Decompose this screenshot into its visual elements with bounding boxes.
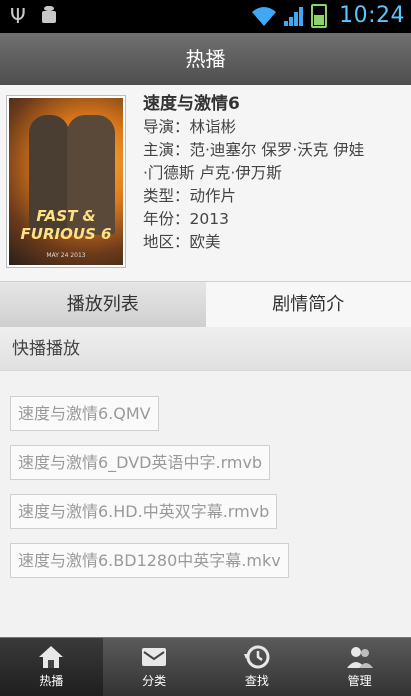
- file-item-dvd[interactable]: 速度与激情6_DVD英语中字.rmvb: [10, 445, 270, 480]
- file-item-bd[interactable]: 速度与激情6.BD1280中英字幕.mkv: [10, 543, 289, 578]
- clock: 10:24: [339, 3, 405, 28]
- bottom-nav: 热播 分类 查找 管理: [0, 637, 411, 696]
- signal-icon: [283, 5, 305, 27]
- movie-cast-cont: ·门德斯 卢克·伊万斯: [143, 162, 405, 185]
- detail-tabs: 播放列表 剧情简介: [0, 281, 411, 328]
- movie-director: 导演：林诣彬: [143, 116, 405, 139]
- movie-title: 速度与激情6: [143, 93, 405, 116]
- page-title: 热播: [0, 33, 411, 85]
- file-item-qmv[interactable]: 速度与激情6.QMV: [10, 396, 159, 431]
- movie-poster[interactable]: FAST & FURIOUS 6 MAY 24 2013: [6, 95, 126, 268]
- nav-category-label: 分类: [103, 672, 206, 689]
- manage-users-icon: [346, 644, 374, 670]
- wifi-icon: [251, 5, 277, 27]
- section-title: 快播播放: [0, 327, 411, 371]
- movie-region: 地区：欧美: [143, 231, 405, 254]
- movie-genre: 类型：动作片: [143, 185, 405, 208]
- nav-hot[interactable]: 热播: [0, 638, 103, 696]
- battery-icon: [311, 4, 327, 28]
- nav-category[interactable]: 分类: [103, 638, 206, 696]
- status-bar: Ψ 10:24: [0, 0, 411, 33]
- poster-date: MAY 24 2013: [9, 252, 123, 259]
- home-icon: [37, 644, 65, 670]
- category-icon: [140, 644, 168, 670]
- usb-icon: Ψ: [10, 4, 26, 31]
- nav-search[interactable]: 查找: [206, 638, 309, 696]
- movie-cast: 主演：范·迪塞尔 保罗·沃克 伊娃: [143, 139, 405, 162]
- android-debug-icon: [40, 4, 58, 31]
- nav-manage-label: 管理: [308, 672, 411, 689]
- poster-logo: FAST & FURIOUS 6: [17, 207, 115, 243]
- nav-search-label: 查找: [206, 672, 309, 689]
- search-history-icon: [243, 644, 271, 670]
- tab-playlist[interactable]: 播放列表: [0, 282, 206, 327]
- nav-manage[interactable]: 管理: [308, 638, 411, 696]
- file-list: 速度与激情6.QMV 速度与激情6_DVD英语中字.rmvb 速度与激情6.HD…: [10, 396, 405, 592]
- tab-synopsis[interactable]: 剧情简介: [206, 282, 411, 327]
- nav-hot-label: 热播: [0, 672, 103, 689]
- file-item-hd[interactable]: 速度与激情6.HD.中英双字幕.rmvb: [10, 494, 277, 529]
- movie-info-panel: FAST & FURIOUS 6 MAY 24 2013 速度与激情6 导演：林…: [0, 85, 411, 281]
- movie-year: 年份：2013: [143, 208, 405, 231]
